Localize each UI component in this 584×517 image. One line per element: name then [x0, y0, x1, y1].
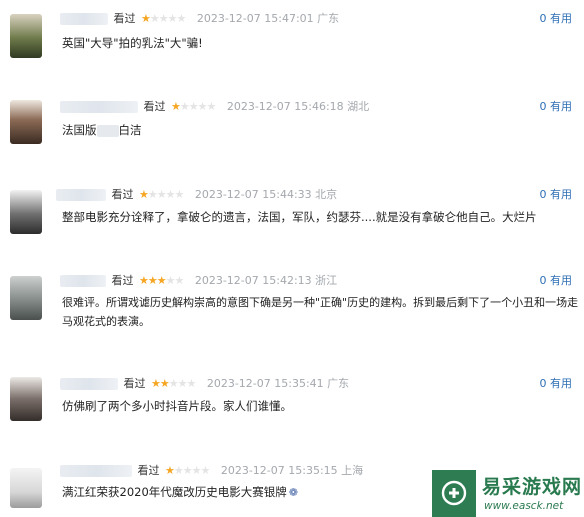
- review-text-line: 很难评。所谓戏谑历史解构崇高的意图下确是另一种"正确"历史的建构。拆到最后剩下了…: [62, 296, 579, 309]
- review-time: 2023-12-07 15:35:41: [206, 377, 324, 390]
- review-location: 浙江: [315, 274, 338, 287]
- rating-stars: ★★★★★: [151, 377, 196, 390]
- review-location: 广东: [327, 377, 350, 390]
- shield-medal-icon: ❁: [288, 486, 298, 499]
- watermark-url[interactable]: www.easck.net: [484, 500, 563, 512]
- watermark-site-name: 易采游戏网: [482, 476, 583, 498]
- review-meta: 看过 ★★★★★ 2023-12-07 15:35:15 上海: [60, 462, 363, 480]
- useful-count[interactable]: 0 有用: [540, 10, 573, 28]
- review-location: 北京: [315, 188, 338, 201]
- star-icon: ★: [171, 100, 181, 113]
- review-meta: 看过 ★★★★★ 2023-12-07 15:46:18 湖北: [60, 98, 369, 116]
- useful-count[interactable]: 0 有用: [540, 272, 573, 290]
- review-meta: 看过 ★★★★★ 2023-12-07 15:47:01 广东: [60, 10, 339, 28]
- site-watermark: 易采游戏网 www.easck.net: [432, 470, 584, 517]
- watched-label: 看过: [123, 377, 146, 390]
- star-icon: ★: [165, 464, 175, 477]
- star-icon: ★★: [151, 377, 170, 390]
- review-meta: 看过 ★★★★★ 2023-12-07 15:42:13 浙江: [60, 272, 337, 290]
- useful-count[interactable]: 0 有用: [540, 186, 573, 204]
- rating-stars: ★★★★★: [171, 100, 216, 113]
- avatar[interactable]: [10, 14, 42, 58]
- watched-label: 看过: [143, 100, 166, 113]
- username-blurred[interactable]: [60, 13, 108, 25]
- username-blurred[interactable]: [56, 189, 106, 201]
- review-text: 整部电影充分诠释了，拿破仑的遗言，法国，军队，约瑟芬....就是没有拿破仑他自己…: [62, 210, 537, 224]
- review-text-content: 满江红荣获2020年代魔改历史电影大赛银牌: [62, 485, 287, 499]
- watched-label: 看过: [111, 188, 134, 201]
- rating-stars: ★★★★★: [139, 274, 184, 287]
- watched-label: 看过: [113, 12, 136, 25]
- review-time: 2023-12-07 15:35:15: [220, 464, 338, 477]
- username-blurred[interactable]: [60, 378, 118, 390]
- watched-label: 看过: [111, 274, 134, 287]
- review-text-line: 马观花式的表演。: [62, 315, 150, 328]
- review-time: 2023-12-07 15:46:18: [226, 100, 344, 113]
- useful-count[interactable]: 0 有用: [540, 375, 573, 393]
- username-blurred[interactable]: [60, 101, 138, 113]
- username-blurred[interactable]: [60, 465, 132, 477]
- star-icon: ★: [141, 12, 151, 25]
- avatar[interactable]: [10, 190, 42, 234]
- username-blurred[interactable]: [60, 275, 106, 287]
- avatar[interactable]: [10, 468, 42, 508]
- logo-block: [432, 470, 476, 517]
- star-icon: ★: [139, 188, 149, 201]
- review-text: 仿佛刷了两个多小时抖音片段。家人们谁懂。: [62, 399, 292, 413]
- review-location: 上海: [341, 464, 364, 477]
- review-meta: 看过 ★★★★★ 2023-12-07 15:35:41 广东: [60, 375, 349, 393]
- review-text: 法国版 白洁: [62, 121, 142, 140]
- review-text: 很难评。所谓戏谑历史解构崇高的意图下确是另一种"正确"历史的建构。拆到最后剩下了…: [62, 293, 579, 331]
- rating-stars: ★★★★★: [165, 464, 210, 477]
- watched-label: 看过: [137, 464, 160, 477]
- review-text: 英国"大导"拍的乳法"大"骗!: [62, 36, 203, 50]
- review-text-part: 法国版: [62, 123, 97, 137]
- game-controller-logo-icon: [441, 480, 467, 506]
- review-text: 满江红荣获2020年代魔改历史电影大赛银牌 ❁: [62, 483, 298, 502]
- review-location: 广东: [317, 12, 340, 25]
- review-text-part: 白洁: [118, 123, 142, 137]
- review-time: 2023-12-07 15:44:33: [194, 188, 312, 201]
- avatar[interactable]: [10, 276, 42, 320]
- blurred-word: [96, 124, 119, 137]
- rating-stars: ★★★★★: [139, 188, 184, 201]
- avatar[interactable]: [10, 100, 42, 144]
- star-icon: ★★★: [139, 274, 167, 287]
- rating-stars: ★★★★★: [141, 12, 186, 25]
- useful-count[interactable]: 0 有用: [540, 98, 573, 116]
- review-location: 湖北: [347, 100, 370, 113]
- avatar[interactable]: [10, 377, 42, 421]
- review-meta: 看过 ★★★★★ 2023-12-07 15:44:33 北京: [56, 186, 337, 204]
- review-time: 2023-12-07 15:47:01: [196, 12, 314, 25]
- review-time: 2023-12-07 15:42:13: [194, 274, 312, 287]
